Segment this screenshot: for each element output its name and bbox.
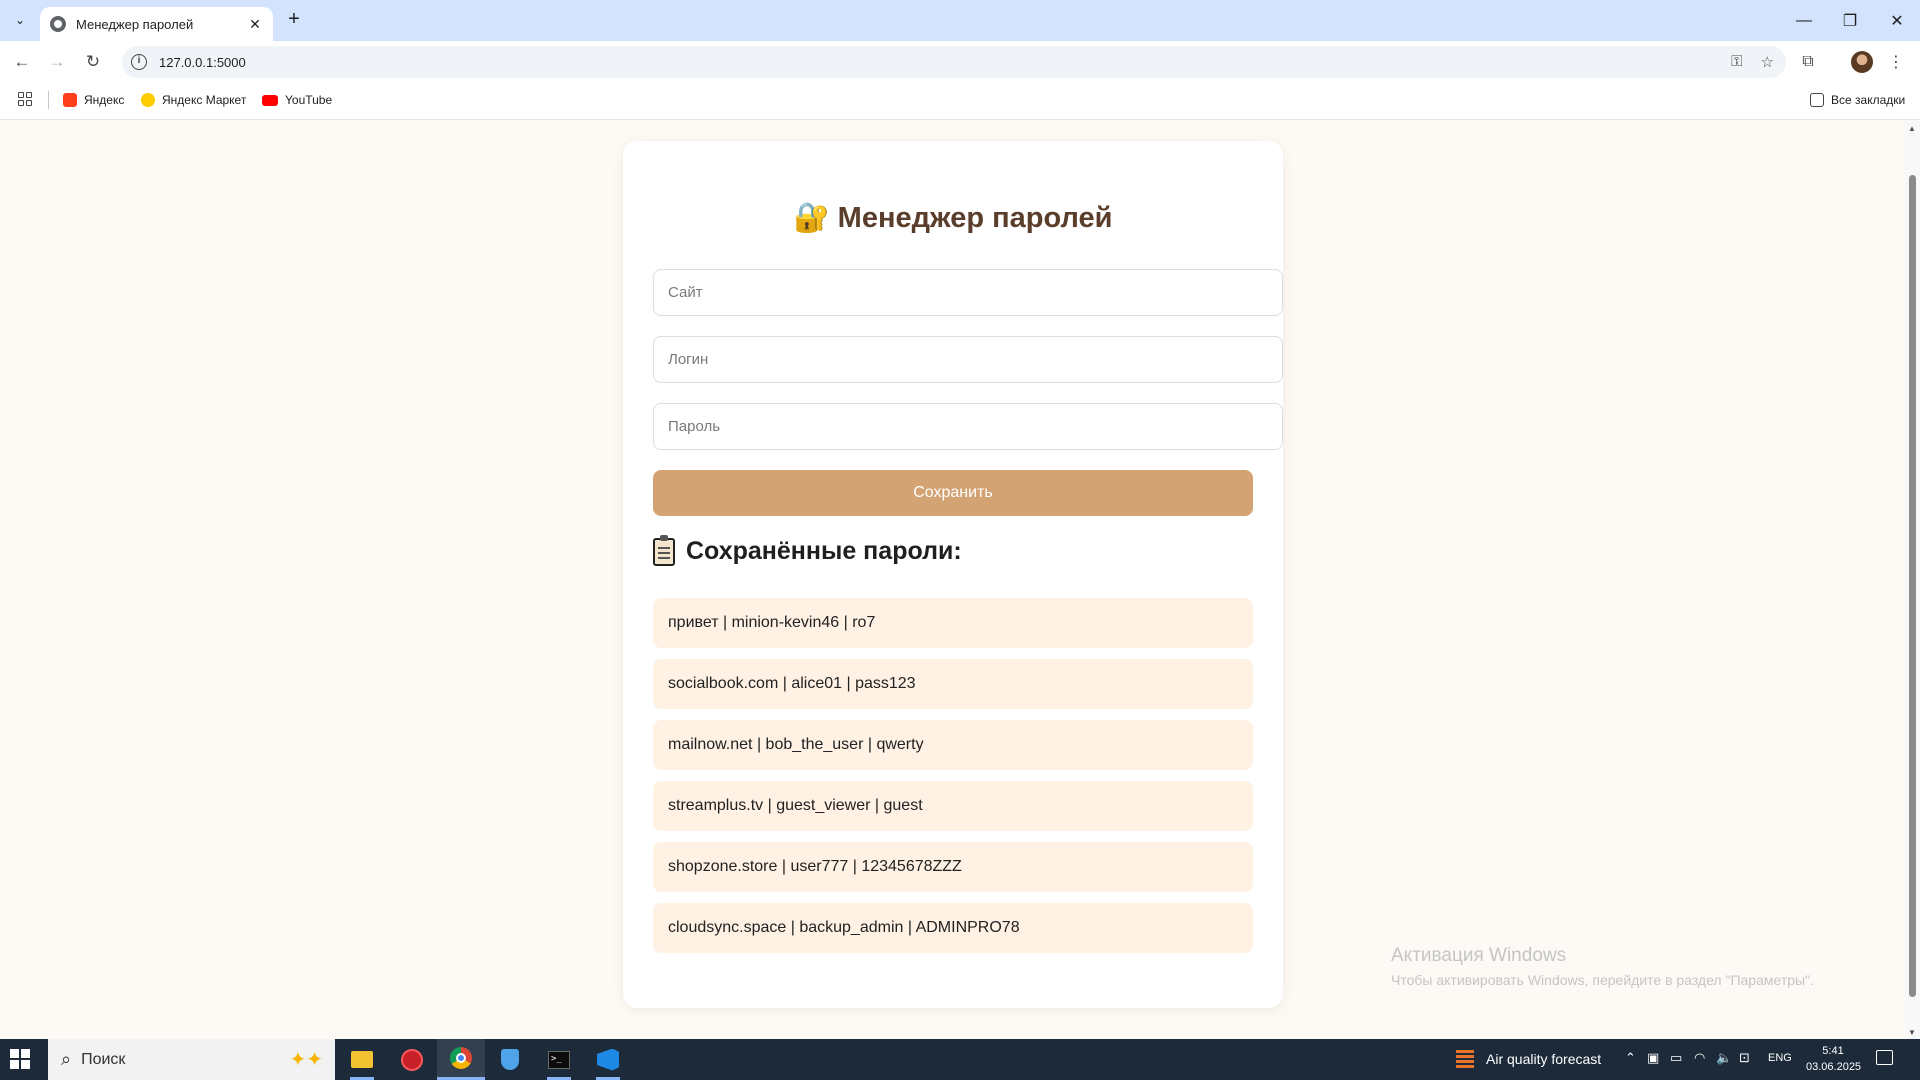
page-title-text: Менеджер паролей: [837, 202, 1113, 234]
login-input[interactable]: [653, 336, 1283, 383]
network-icon[interactable]: ◠: [1694, 1050, 1705, 1066]
display-icon[interactable]: ⊡: [1739, 1050, 1750, 1066]
volume-icon[interactable]: 🔈: [1716, 1050, 1732, 1066]
notifications-icon[interactable]: [1876, 1050, 1893, 1065]
new-tab-button[interactable]: +: [282, 8, 306, 32]
url-text[interactable]: 127.0.0.1:5000: [159, 55, 246, 70]
tab-title: Менеджер паролей: [76, 16, 194, 32]
battery-icon[interactable]: ▭: [1670, 1050, 1682, 1066]
browser-tab-strip: ⌄ Менеджер паролей ✕ + — ❐ ✕: [0, 0, 1920, 41]
taskbar-search-label: Поиск: [81, 1050, 126, 1068]
close-window-button[interactable]: ✕: [1874, 0, 1920, 41]
search-icon: ⌕: [61, 1049, 72, 1069]
lock-key-icon: 🔐: [793, 202, 830, 234]
taskbar-search[interactable]: ⌕ Поиск ✦✦: [48, 1039, 335, 1080]
browser-toolbar: ← → ↻ i 127.0.0.1:5000 ⚿ ☆ ⧉ ⋮: [0, 41, 1920, 83]
windows-taskbar: ⌕ Поиск ✦✦ >_ Air quality forecast ⌃ ▣ ▭…: [0, 1039, 1920, 1080]
restore-window-button[interactable]: ❐: [1827, 0, 1873, 41]
globe-icon: [50, 16, 66, 32]
list-item: streamplus.tv | guest_viewer | guest: [653, 781, 1253, 831]
red-app-icon[interactable]: [388, 1039, 436, 1080]
youtube-icon: [262, 94, 278, 106]
folder-icon: [1810, 93, 1824, 107]
scroll-thumb[interactable]: [1909, 175, 1916, 997]
apps-grid-icon[interactable]: [18, 92, 32, 106]
list-item: привет | minion-kevin46 | ro7: [653, 598, 1253, 648]
page-title: 🔐 Менеджер паролей: [623, 201, 1283, 235]
tab-search-dropdown-icon[interactable]: ⌄: [8, 8, 32, 32]
list-item: mailnow.net | bob_the_user | qwerty: [653, 720, 1253, 770]
page-scrollbar[interactable]: ▲ ▼: [1905, 121, 1920, 1039]
saved-passwords-heading-text: Сохранённые пароли:: [686, 537, 962, 565]
browser-menu-icon[interactable]: ⋮: [1884, 50, 1908, 74]
bookmark-youtube[interactable]: YouTube: [262, 93, 332, 107]
forward-button[interactable]: →: [45, 50, 69, 74]
yandex-icon: [63, 93, 77, 107]
vscode-icon[interactable]: [584, 1039, 632, 1080]
bookmark-yandex-market[interactable]: Яндекс Маркет: [141, 93, 246, 107]
windows-start-icon[interactable]: [10, 1049, 30, 1069]
chevron-up-icon[interactable]: ⌃: [1625, 1050, 1636, 1066]
yandex-market-icon: [141, 93, 155, 107]
browser-tab-active[interactable]: Менеджер паролей ✕: [40, 7, 273, 41]
list-item: cloudsync.space | backup_admin | ADMINPR…: [653, 903, 1253, 953]
bookmark-label: Яндекс Маркет: [162, 93, 247, 107]
minimize-window-button[interactable]: —: [1781, 0, 1827, 41]
reload-button[interactable]: ↻: [81, 50, 105, 74]
all-bookmarks-button[interactable]: Все закладки: [1810, 93, 1905, 107]
bookmark-label: YouTube: [285, 93, 333, 107]
weather-label: Air quality forecast: [1486, 1051, 1602, 1067]
activation-subtitle: Чтобы активировать Windows, перейдите в …: [1391, 972, 1814, 988]
copilot-sparkle-icon: ✦✦: [289, 1049, 323, 1071]
clock-date: 03.06.2025: [1806, 1061, 1862, 1073]
file-explorer-icon[interactable]: [338, 1039, 386, 1080]
activation-title: Активация Windows: [1391, 945, 1567, 966]
save-button[interactable]: Сохранить: [653, 470, 1253, 516]
bookmark-yandex[interactable]: Яндекс: [63, 93, 124, 107]
back-button[interactable]: ←: [10, 50, 34, 74]
site-info-icon[interactable]: i: [131, 54, 147, 70]
password-input[interactable]: [653, 403, 1283, 450]
meet-now-icon[interactable]: ▣: [1647, 1050, 1659, 1066]
site-input[interactable]: [653, 269, 1283, 316]
clipboard-icon: [653, 534, 675, 566]
language-indicator[interactable]: ENG: [1768, 1052, 1792, 1064]
weather-widget[interactable]: Air quality forecast: [1456, 1050, 1601, 1068]
list-item: shopzone.store | user777 | 12345678ZZZ: [653, 842, 1253, 892]
bookmark-label: Яндекс: [84, 93, 125, 107]
saved-passwords-heading: Сохранённые пароли:: [653, 534, 962, 566]
list-item: socialbook.com | alice01 | pass123: [653, 659, 1253, 709]
scroll-down-arrow-icon[interactable]: ▼: [1908, 1028, 1916, 1037]
windows-activation-watermark: Активация Windows Чтобы активировать Win…: [1391, 945, 1814, 988]
profile-avatar[interactable]: [1851, 51, 1873, 73]
address-bar[interactable]: i 127.0.0.1:5000 ⚿ ☆: [122, 46, 1786, 78]
all-bookmarks-label: Все закладки: [1831, 93, 1906, 107]
extensions-icon[interactable]: ⧉: [1796, 50, 1820, 74]
close-tab-icon[interactable]: ✕: [247, 16, 263, 33]
password-key-icon[interactable]: ⚿: [1731, 53, 1742, 71]
bookmarks-divider: [48, 91, 49, 109]
password-manager-card: 🔐Менеджер паролей Сохранить Сохранённые …: [623, 141, 1283, 1008]
air-quality-icon: [1456, 1050, 1474, 1068]
system-clock[interactable]: 5:41 03.06.2025: [1806, 1043, 1862, 1075]
clock-time: 5:41: [1822, 1045, 1844, 1057]
shield-app-icon[interactable]: [486, 1039, 534, 1080]
bookmark-star-icon[interactable]: ☆: [1761, 53, 1774, 71]
scroll-up-arrow-icon[interactable]: ▲: [1908, 124, 1916, 133]
chrome-icon[interactable]: [437, 1039, 485, 1080]
terminal-icon[interactable]: >_: [535, 1039, 583, 1080]
